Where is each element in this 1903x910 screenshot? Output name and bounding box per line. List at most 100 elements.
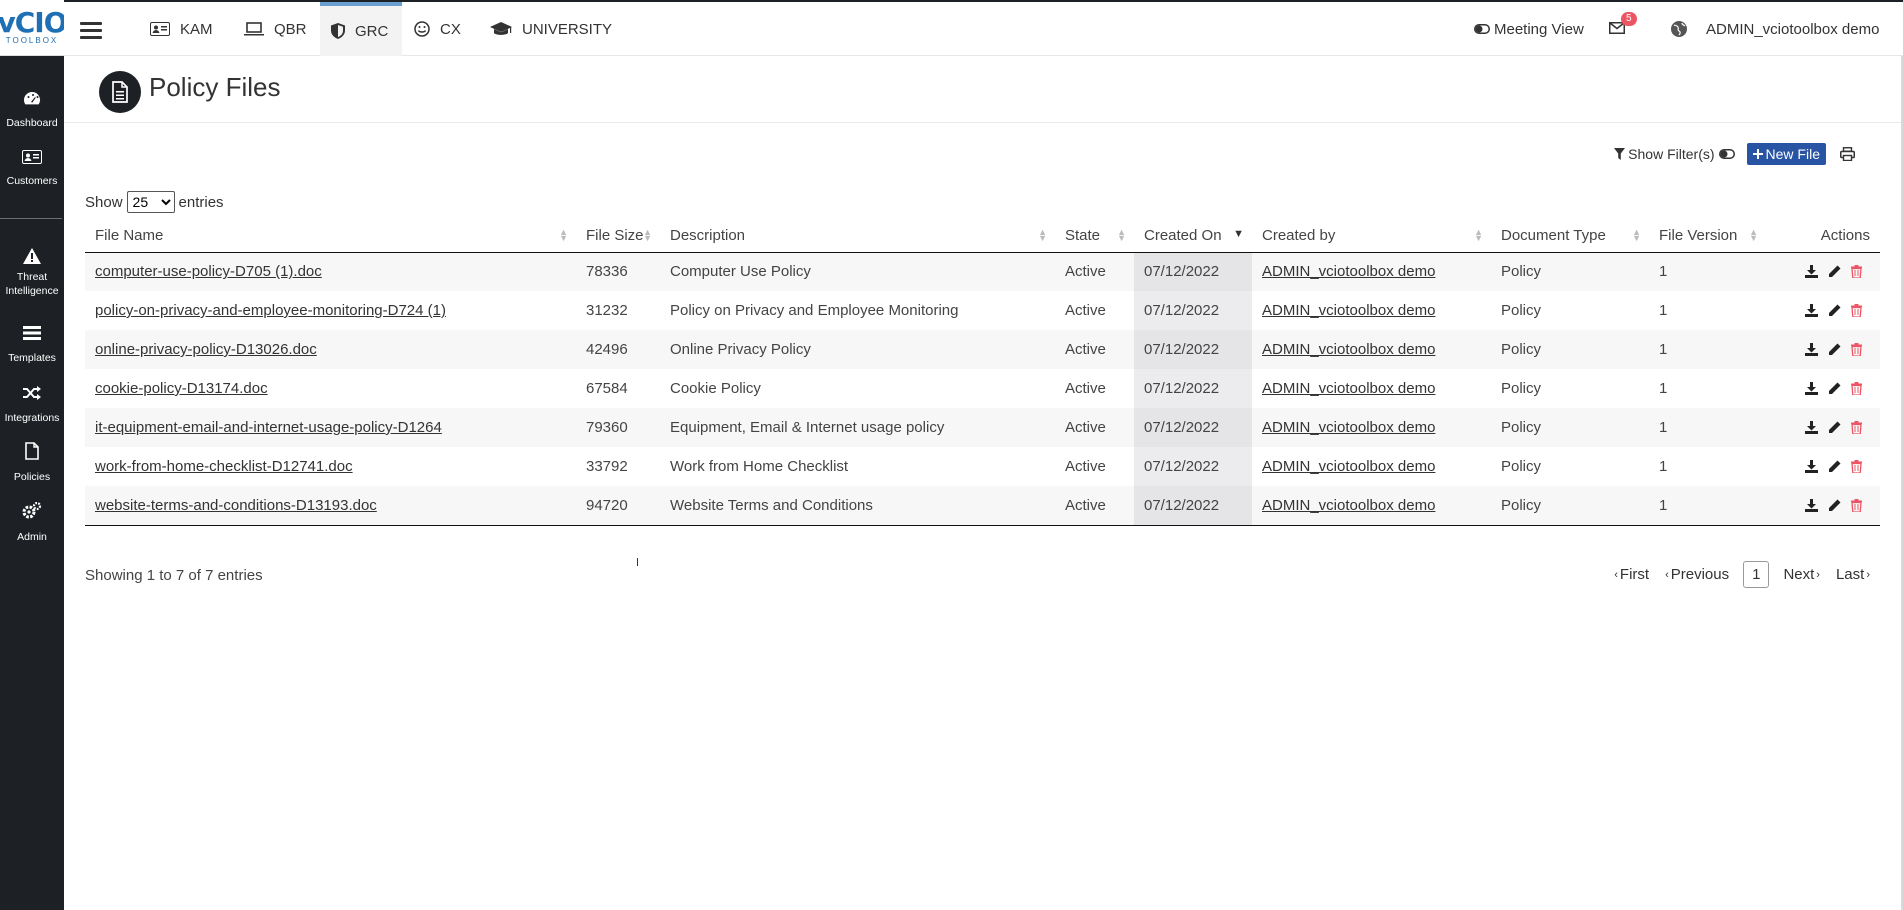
sidebar-item-dashboard[interactable]: Dashboard bbox=[0, 90, 64, 130]
first-page-button[interactable]: ‹ First bbox=[1606, 561, 1657, 588]
sidebar-label: Policies bbox=[13, 471, 51, 483]
sidebar-item-threat-intelligence[interactable]: Threat Intelligence bbox=[0, 248, 64, 298]
length-prefix: Show bbox=[85, 193, 123, 211]
column-created-on[interactable]: Created On ▼ bbox=[1134, 219, 1252, 253]
file-link[interactable]: policy-on-privacy-and-employee-monitorin… bbox=[95, 302, 446, 319]
file-link[interactable]: computer-use-policy-D705 (1).doc bbox=[95, 263, 322, 280]
cell-created-by: ADMIN_vciotoolbox demo bbox=[1252, 447, 1491, 486]
page-header: Policy Files bbox=[64, 56, 1903, 123]
file-link[interactable]: work-from-home-checklist-D12741.doc bbox=[95, 458, 353, 475]
cell-file-version: 1 bbox=[1649, 408, 1766, 447]
cell-file-name: online-privacy-policy-D13026.doc bbox=[85, 330, 576, 369]
tab-cx[interactable]: CX bbox=[414, 2, 461, 56]
edit-icon[interactable] bbox=[1828, 499, 1841, 512]
sidebar-item-customers[interactable]: Customers bbox=[0, 150, 64, 188]
download-icon[interactable] bbox=[1805, 304, 1818, 317]
tab-label: KAM bbox=[180, 20, 213, 38]
column-file-version[interactable]: File Version ▲ ▼ bbox=[1649, 219, 1766, 253]
plus-icon bbox=[1752, 149, 1763, 159]
print-icon[interactable] bbox=[1840, 147, 1855, 161]
file-link[interactable]: online-privacy-policy-D13026.doc bbox=[95, 341, 317, 358]
column-state[interactable]: State ▲ ▼ bbox=[1055, 219, 1134, 253]
new-file-button[interactable]: New File bbox=[1746, 143, 1826, 165]
download-icon[interactable] bbox=[1805, 498, 1818, 512]
download-icon[interactable] bbox=[1805, 343, 1818, 356]
creator-link[interactable]: ADMIN_vciotoolbox demo bbox=[1262, 419, 1435, 436]
sidebar-item-integrations[interactable]: Integrations bbox=[0, 385, 64, 425]
mail-button[interactable]: 5 bbox=[1609, 2, 1637, 56]
cell-actions bbox=[1766, 447, 1880, 486]
logo[interactable]: vCIO TOOLBOX bbox=[0, 0, 68, 56]
delete-icon[interactable] bbox=[1851, 304, 1862, 317]
download-icon[interactable] bbox=[1805, 265, 1818, 279]
creator-link[interactable]: ADMIN_vciotoolbox demo bbox=[1262, 497, 1435, 514]
tab-kam[interactable]: KAM bbox=[150, 2, 213, 56]
menu-toggle-icon[interactable] bbox=[80, 22, 102, 43]
edit-icon[interactable] bbox=[1828, 265, 1841, 278]
file-link[interactable]: cookie-policy-D13174.doc bbox=[95, 380, 268, 397]
column-file-size[interactable]: File Size ▲ ▼ bbox=[576, 219, 660, 253]
download-icon[interactable] bbox=[1805, 382, 1818, 395]
download-icon[interactable] bbox=[1805, 421, 1818, 434]
edit-icon[interactable] bbox=[1828, 343, 1841, 356]
cell-document-type: Policy bbox=[1491, 252, 1649, 291]
creator-link[interactable]: ADMIN_vciotoolbox demo bbox=[1262, 263, 1435, 280]
page-size-select[interactable]: 102550100 bbox=[126, 191, 175, 213]
file-link[interactable]: it-equipment-email-and-internet-usage-po… bbox=[95, 419, 442, 436]
table-row: computer-use-policy-D705 (1).doc 78336 Com… bbox=[85, 252, 1880, 291]
cell-file-name: it-equipment-email-and-internet-usage-po… bbox=[85, 408, 576, 447]
cell-description: Policy on Privacy and Employee Monitorin… bbox=[660, 291, 1055, 330]
cell-file-size: 33792 bbox=[576, 447, 660, 486]
delete-icon[interactable] bbox=[1851, 382, 1862, 395]
cell-created-on: 07/12/2022 bbox=[1134, 369, 1252, 408]
column-document-type[interactable]: Document Type ▲ ▼ bbox=[1491, 219, 1649, 253]
previous-page-button[interactable]: ‹ Previous bbox=[1657, 561, 1737, 588]
delete-icon[interactable] bbox=[1851, 498, 1862, 512]
cell-file-version: 1 bbox=[1649, 369, 1766, 408]
creator-link[interactable]: ADMIN_vciotoolbox demo bbox=[1262, 341, 1435, 358]
delete-icon[interactable] bbox=[1851, 421, 1862, 434]
tab-university[interactable]: UNIVERSITY bbox=[490, 2, 612, 56]
cell-state: Active bbox=[1055, 447, 1134, 486]
chevron-right-icon: › bbox=[1816, 568, 1820, 581]
tab-grc[interactable]: GRC bbox=[320, 2, 403, 56]
sidebar-item-admin[interactable]: Admin bbox=[0, 502, 64, 544]
pagination: ‹ First ‹ Previous 1 Next › Last › bbox=[1606, 561, 1878, 588]
tab-qbr[interactable]: QBR bbox=[244, 2, 307, 56]
sidebar-item-policies[interactable]: Policies bbox=[0, 442, 64, 484]
sort-icon: ▲ ▼ bbox=[559, 227, 568, 243]
cell-description: Cookie Policy bbox=[660, 369, 1055, 408]
cell-actions bbox=[1766, 408, 1880, 447]
creator-link[interactable]: ADMIN_vciotoolbox demo bbox=[1262, 458, 1435, 475]
edit-icon[interactable] bbox=[1828, 421, 1841, 434]
next-page-button[interactable]: Next › bbox=[1775, 561, 1828, 588]
creator-link[interactable]: ADMIN_vciotoolbox demo bbox=[1262, 380, 1435, 397]
user-menu[interactable]: ADMIN_vciotoolbox demo bbox=[1670, 2, 1879, 56]
column-description[interactable]: Description ▲ ▼ bbox=[660, 219, 1055, 253]
edit-icon[interactable] bbox=[1828, 382, 1841, 395]
sidebar-item-templates[interactable]: Templates bbox=[0, 325, 64, 365]
last-page-button[interactable]: Last › bbox=[1828, 561, 1878, 588]
cell-file-size: 31232 bbox=[576, 291, 660, 330]
delete-icon[interactable] bbox=[1851, 265, 1862, 279]
edit-icon[interactable] bbox=[1828, 460, 1841, 473]
current-page-button[interactable]: 1 bbox=[1743, 561, 1770, 588]
column-file-name[interactable]: File Name ▲ ▼ bbox=[85, 219, 576, 253]
cell-document-type: Policy bbox=[1491, 369, 1649, 408]
mail-count-badge: 5 bbox=[1621, 11, 1637, 26]
cell-actions bbox=[1766, 291, 1880, 330]
show-filters-toggle[interactable]: Show Filter(s) bbox=[1614, 146, 1735, 162]
sidebar-label: Integrations bbox=[4, 412, 60, 424]
file-link[interactable]: website-terms-and-conditions-D13193.doc bbox=[95, 497, 377, 514]
delete-icon[interactable] bbox=[1851, 343, 1862, 356]
cell-file-size: 94720 bbox=[576, 486, 660, 526]
main-content: Show Filter(s) New File Show 102550100 e… bbox=[64, 123, 1903, 910]
edit-icon[interactable] bbox=[1828, 304, 1841, 317]
meeting-view-toggle[interactable]: Meeting View bbox=[1474, 2, 1584, 56]
cell-description: Work from Home Checklist bbox=[660, 447, 1055, 486]
creator-link[interactable]: ADMIN_vciotoolbox demo bbox=[1262, 302, 1435, 319]
column-created-by[interactable]: Created by ▲ ▼ bbox=[1252, 219, 1491, 253]
cell-file-size: 67584 bbox=[576, 369, 660, 408]
delete-icon[interactable] bbox=[1851, 460, 1862, 473]
download-icon[interactable] bbox=[1805, 460, 1818, 473]
